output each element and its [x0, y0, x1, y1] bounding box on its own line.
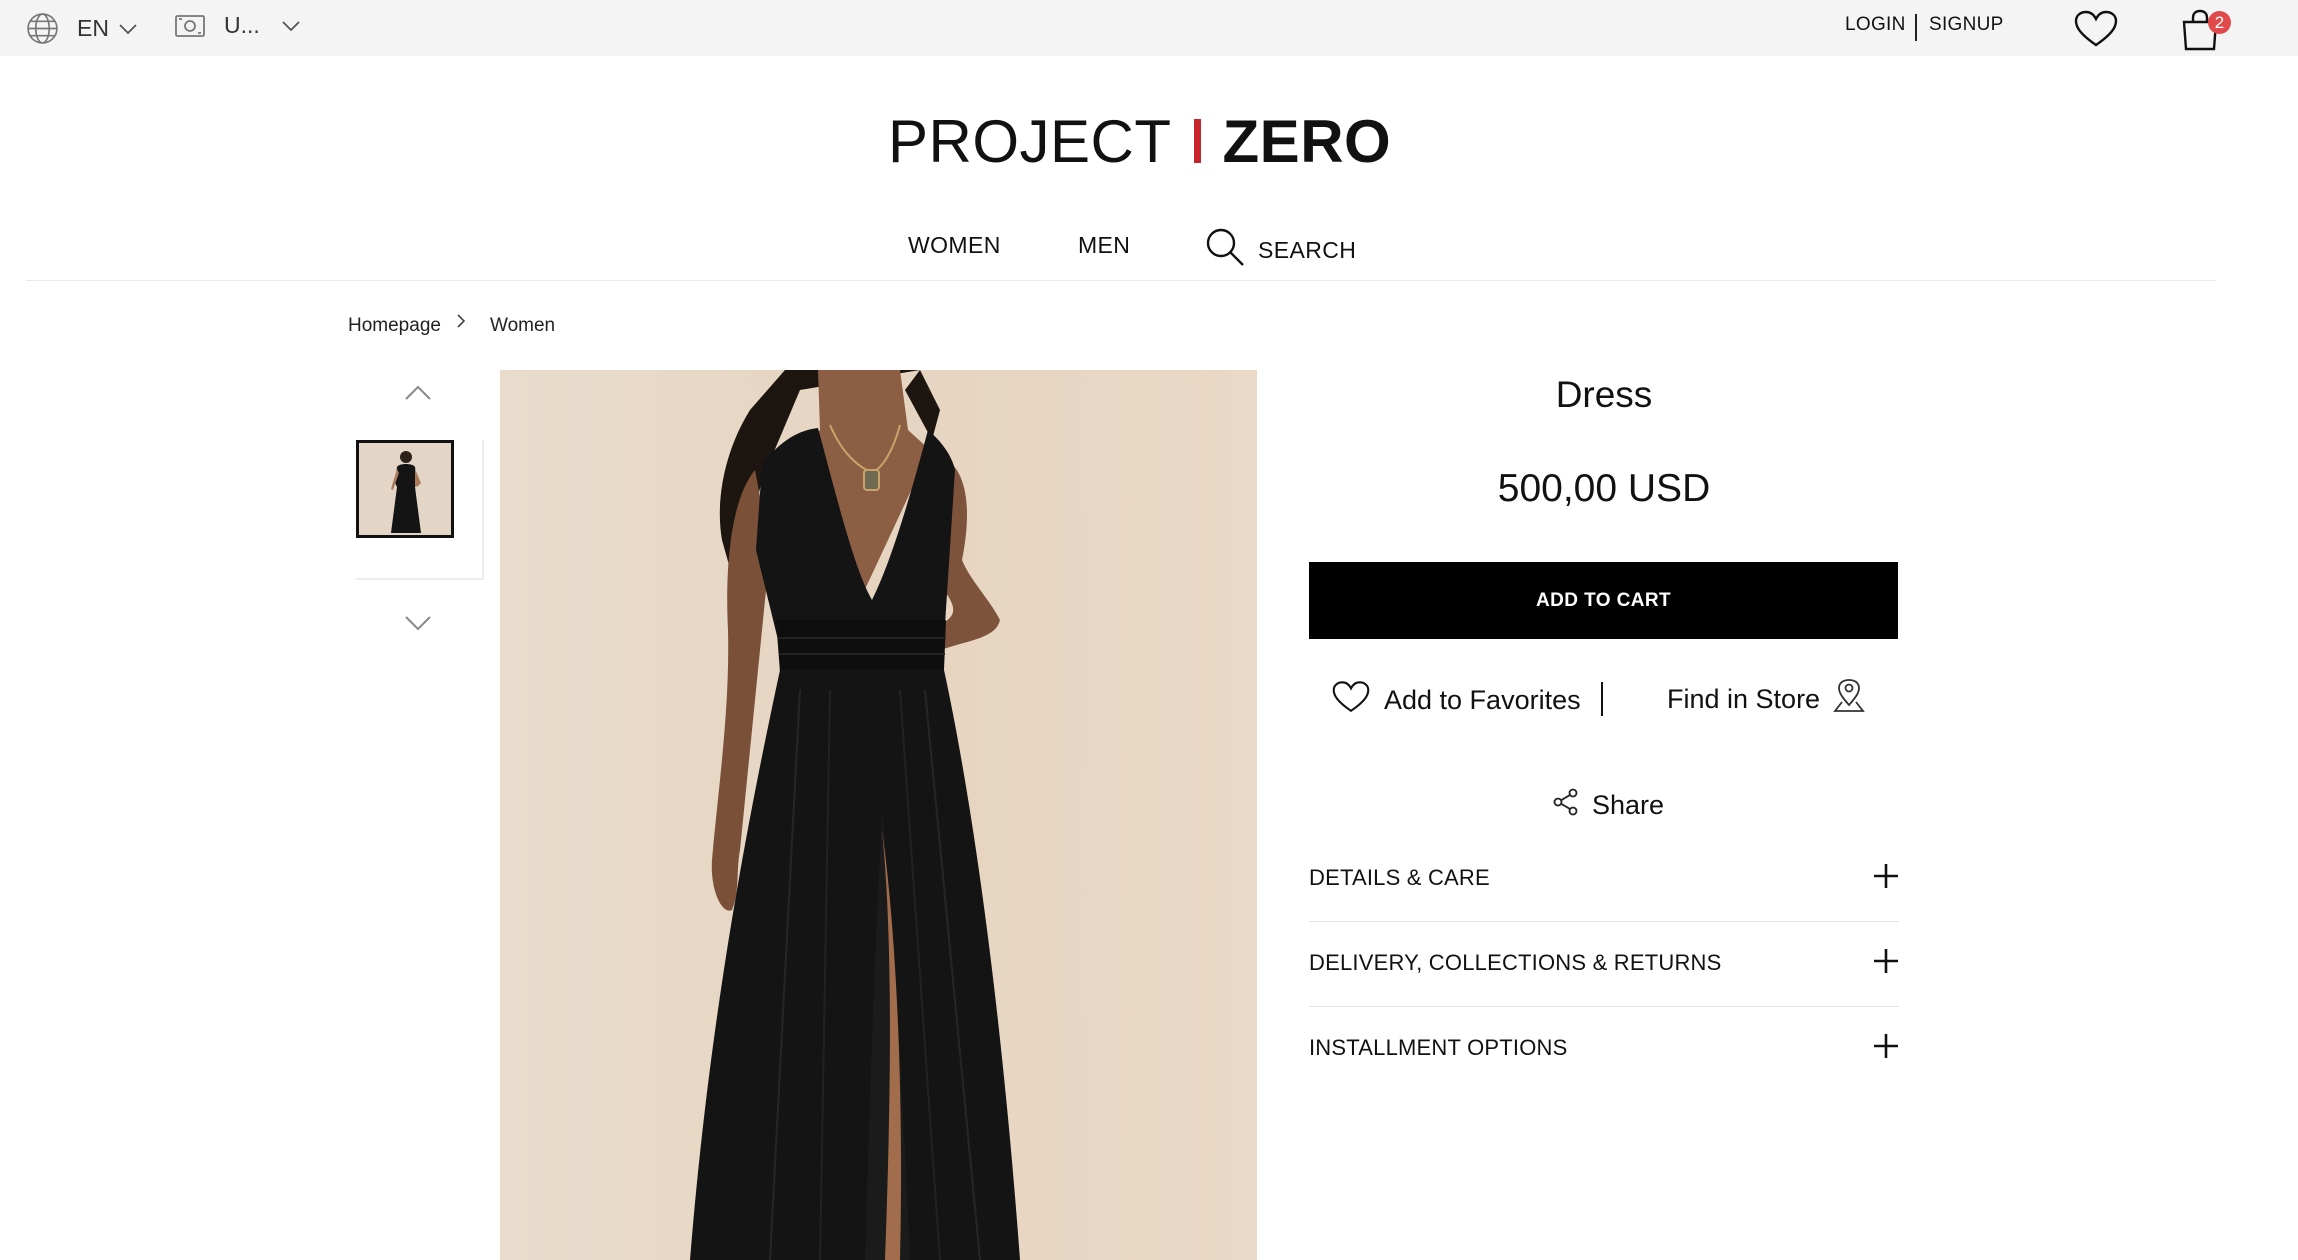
add-to-cart-button[interactable]: ADD TO CART: [1309, 562, 1898, 639]
thumbnail-prev-button[interactable]: [404, 384, 432, 407]
heart-icon: [1332, 680, 1370, 721]
thumbnail-next-button[interactable]: [404, 614, 432, 637]
brand-logo-left: PROJECT: [888, 107, 1172, 175]
breadcrumb-home[interactable]: Homepage: [348, 315, 441, 337]
find-in-store-button[interactable]: Find in Store: [1667, 678, 1866, 721]
accordion-installment-options[interactable]: INSTALLMENT OPTIONS: [1309, 1006, 1899, 1090]
share-label: Share: [1592, 790, 1665, 820]
product-title: Dress: [1555, 374, 1653, 415]
breadcrumb-current[interactable]: Women: [490, 315, 555, 337]
accordion-label: INSTALLMENT OPTIONS: [1309, 1035, 1568, 1060]
favorites-button[interactable]: [2074, 10, 2118, 48]
accordion-details-care[interactable]: DETAILS & CARE: [1309, 836, 1899, 920]
globe-icon: [26, 12, 59, 45]
language-selector[interactable]: EN: [26, 12, 137, 45]
plus-icon: [1873, 948, 1899, 979]
add-to-favorites-button[interactable]: Add to Favorites: [1332, 680, 1581, 721]
location-pin-icon: [1832, 678, 1866, 721]
product-thumbnail[interactable]: [356, 440, 454, 538]
product-price: 500,00 USD: [1497, 467, 1711, 510]
share-button[interactable]: Share: [1552, 788, 1664, 823]
plus-icon: [1873, 863, 1899, 894]
chevron-right-icon: [456, 312, 466, 336]
nav-men[interactable]: MEN: [1078, 232, 1130, 259]
nav-women[interactable]: WOMEN: [908, 232, 1001, 259]
accordion-label: DETAILS & CARE: [1309, 865, 1490, 890]
currency-selector[interactable]: U...: [174, 12, 300, 39]
search-icon: [1204, 226, 1246, 274]
brand-logo-divider: [1193, 119, 1201, 163]
share-icon: [1552, 788, 1580, 823]
chevron-down-icon: [119, 23, 137, 35]
header-divider: [26, 280, 2216, 281]
find-in-store-label: Find in Store: [1667, 684, 1821, 714]
auth-divider: [1915, 14, 1917, 41]
actions-divider: [1601, 682, 1603, 716]
accordion-delivery-returns[interactable]: DELIVERY, COLLECTIONS & RETURNS: [1309, 921, 1899, 1005]
accordion-label: DELIVERY, COLLECTIONS & RETURNS: [1309, 950, 1722, 975]
nav-search[interactable]: SEARCH: [1204, 226, 1356, 274]
heart-icon: [2074, 10, 2118, 48]
brand-logo-right: ZERO: [1222, 107, 1392, 175]
nav-search-label: SEARCH: [1258, 236, 1357, 263]
login-link[interactable]: LOGIN: [1845, 14, 1906, 36]
language-label: EN: [77, 15, 109, 41]
banknote-icon: [174, 13, 206, 39]
signup-link[interactable]: SIGNUP: [1929, 14, 2004, 36]
product-main-image[interactable]: [500, 370, 1257, 1260]
cart-count-badge: 2: [2208, 11, 2231, 34]
chevron-down-icon: [282, 20, 300, 32]
utility-bar: EN U... LOGIN SIGNUP 2: [0, 0, 2298, 56]
add-to-favorites-label: Add to Favorites: [1384, 685, 1581, 715]
brand-logo[interactable]: PROJECT ZERO: [888, 106, 1391, 176]
plus-icon: [1873, 1033, 1899, 1064]
currency-label: U...: [224, 12, 260, 38]
